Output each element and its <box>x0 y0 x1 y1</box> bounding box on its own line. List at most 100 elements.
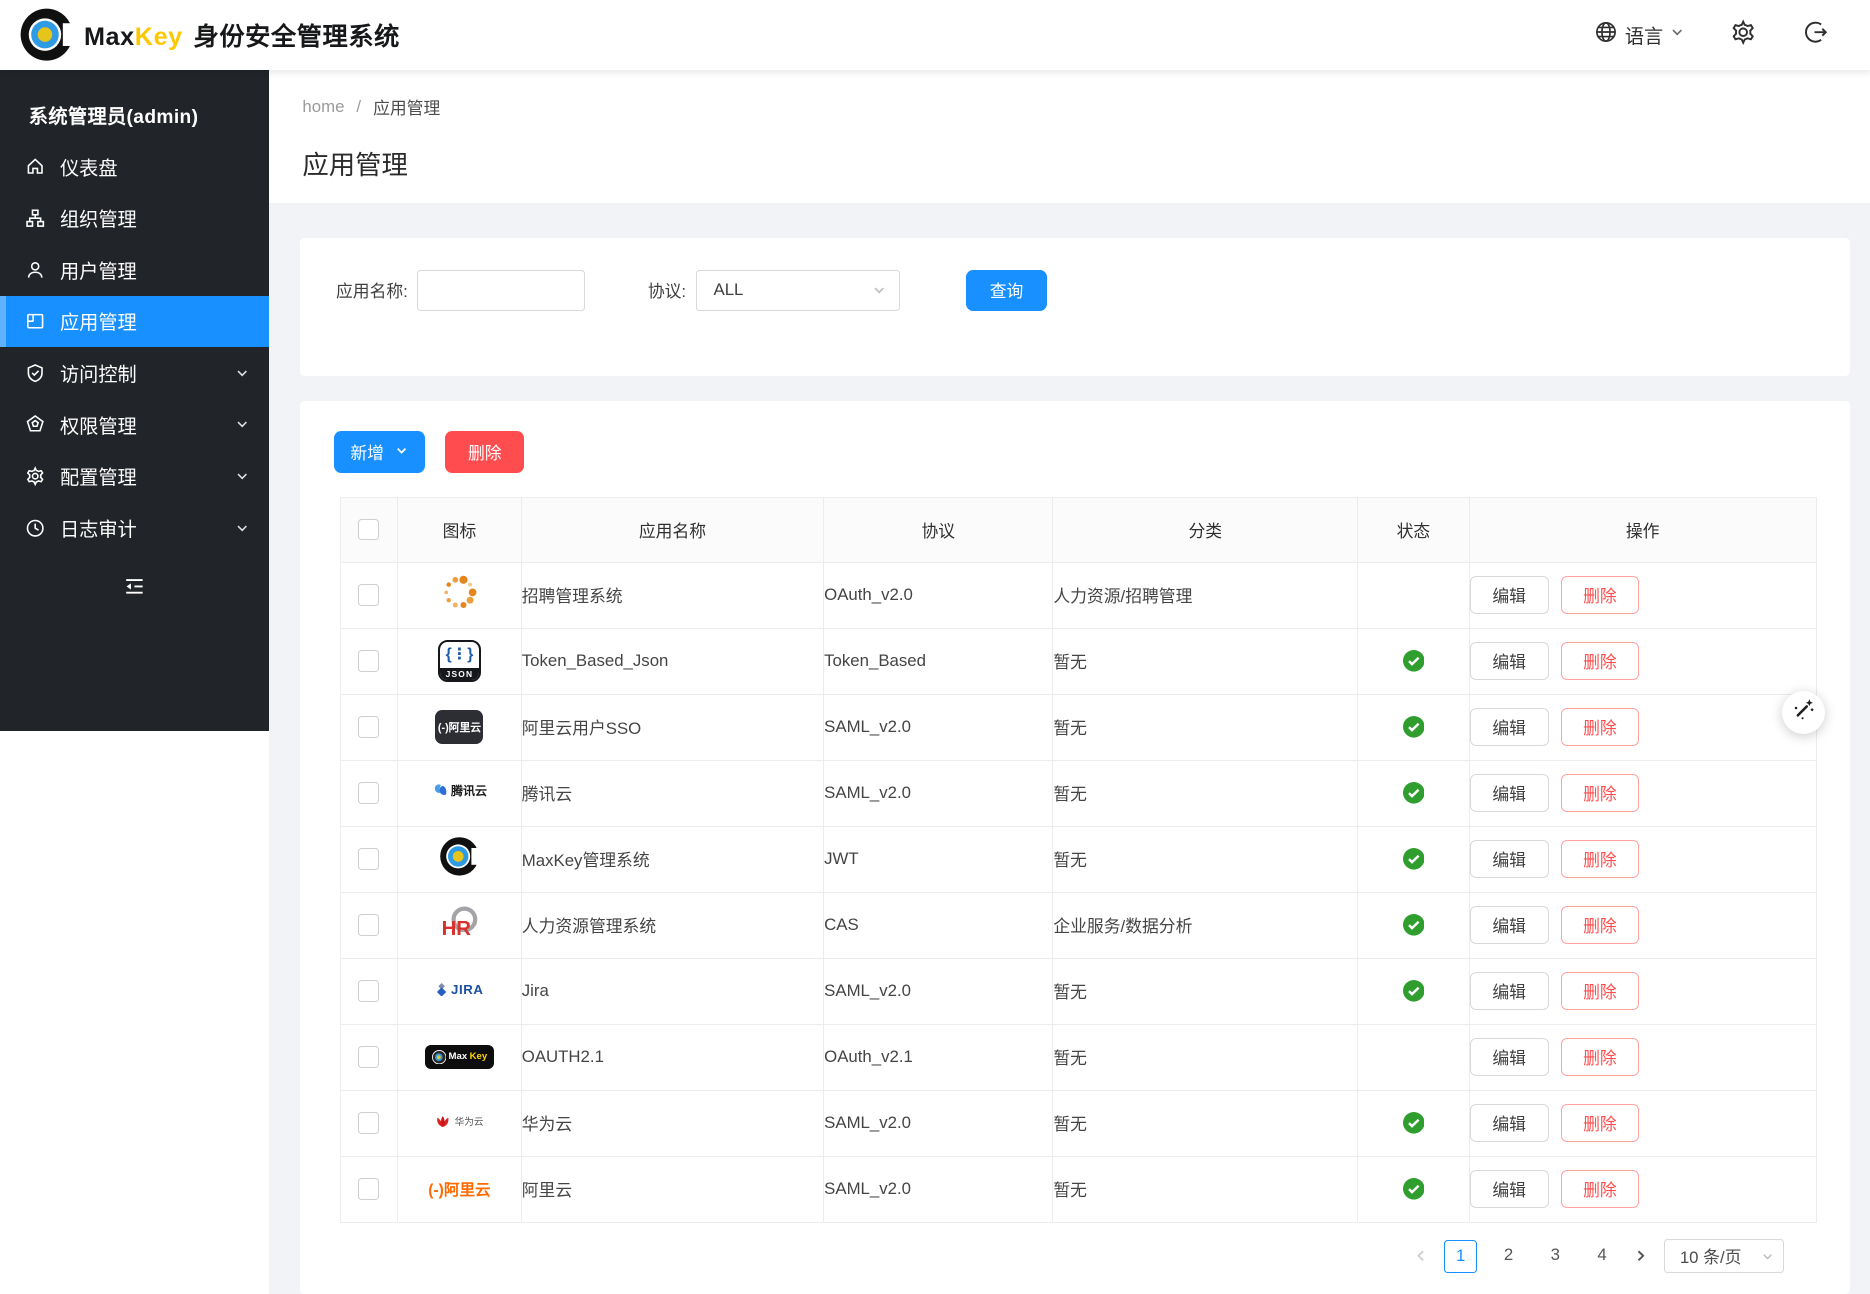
edit-button[interactable]: 编辑 <box>1470 642 1549 680</box>
row-checkbox[interactable] <box>358 584 379 605</box>
row-checkbox[interactable] <box>358 1112 379 1133</box>
breadcrumb: home / 应用管理 <box>302 95 1869 119</box>
delete-button[interactable]: 删除 <box>1561 1104 1640 1142</box>
row-checkbox[interactable] <box>358 1046 379 1067</box>
row-checkbox[interactable] <box>358 914 379 935</box>
row-checkbox[interactable] <box>358 782 379 803</box>
edit-button[interactable]: 编辑 <box>1470 1170 1549 1208</box>
add-button[interactable]: 新增 <box>334 431 425 473</box>
edit-button[interactable]: 编辑 <box>1470 708 1549 746</box>
logout-button[interactable] <box>1802 19 1828 51</box>
delete-button[interactable]: 删除 <box>1561 708 1640 746</box>
row-checkbox[interactable] <box>358 650 379 671</box>
delete-button[interactable]: 删除 <box>1561 1038 1640 1076</box>
edit-button[interactable]: 编辑 <box>1470 1038 1549 1076</box>
page-button-1[interactable]: 1 <box>1444 1240 1477 1273</box>
sidebar-item-audit-log[interactable]: 日志审计 <box>0 502 269 554</box>
edit-button[interactable]: 编辑 <box>1470 840 1549 878</box>
app-icon-jira: JIRA <box>435 981 483 1000</box>
edit-button[interactable]: 编辑 <box>1470 972 1549 1010</box>
delete-button[interactable]: 删除 <box>1561 576 1640 614</box>
delete-button[interactable]: 删除 <box>1561 642 1640 680</box>
settings-button[interactable] <box>1730 19 1756 51</box>
globe-icon <box>1594 20 1618 50</box>
next-page-button[interactable] <box>1633 1248 1649 1264</box>
sidebar-item-users[interactable]: 用户管理 <box>0 244 269 296</box>
language-label: 语言 <box>1625 21 1663 49</box>
pagination: 1234 10 条/页 <box>334 1239 1785 1273</box>
content-area: 应用名称: 协议: ALL 查询 <box>269 203 1870 1294</box>
row-checkbox[interactable] <box>358 980 379 1001</box>
prev-page-button[interactable] <box>1413 1248 1429 1264</box>
gear-icon <box>25 466 45 486</box>
main-content: home / 应用管理 应用管理 应用名称: 协议: ALL <box>269 70 1870 1294</box>
sidebar-item-dashboard[interactable]: 仪表盘 <box>0 141 269 193</box>
table-row: 腾讯云腾讯云SAML_v2.0暂无编辑删除 <box>340 760 1816 826</box>
row-checkbox[interactable] <box>358 848 379 869</box>
sidebar-item-permissions[interactable]: 权限管理 <box>0 399 269 451</box>
table-row: JIRAJiraSAML_v2.0暂无编辑删除 <box>340 958 1816 1024</box>
edit-button[interactable]: 编辑 <box>1470 576 1549 614</box>
delete-button[interactable]: 删除 <box>1561 972 1640 1010</box>
shield-icon <box>25 363 45 383</box>
protocol-select-value: ALL <box>713 280 743 300</box>
bulk-delete-button[interactable]: 删除 <box>445 431 524 473</box>
app-icon-huawei: 华为云 <box>435 1113 483 1132</box>
category-cell: 暂无 <box>1053 1024 1358 1090</box>
breadcrumb-current: 应用管理 <box>373 95 440 119</box>
table-panel: 新增 删除 <box>300 401 1850 1294</box>
sidebar-item-organization[interactable]: 组织管理 <box>0 192 269 244</box>
gear-icon <box>1730 19 1756 51</box>
protocol-cell: CAS <box>824 892 1053 958</box>
svg-text:HR: HR <box>441 918 471 940</box>
app-name-cell: OAUTH2.1 <box>521 1024 823 1090</box>
page-size-select[interactable]: 10 条/页 <box>1664 1239 1784 1273</box>
search-panel: 应用名称: 协议: ALL 查询 <box>300 238 1850 376</box>
sidebar-item-applications[interactable]: 应用管理 <box>0 296 269 348</box>
protocol-cell: SAML_v2.0 <box>824 694 1053 760</box>
category-cell: 暂无 <box>1053 826 1358 892</box>
app-icon-recruit <box>439 598 480 617</box>
collapse-sidebar-button[interactable] <box>116 568 153 605</box>
delete-button[interactable]: 删除 <box>1561 906 1640 944</box>
row-checkbox[interactable] <box>358 716 379 737</box>
row-checkbox[interactable] <box>358 1178 379 1199</box>
breadcrumb-home-link[interactable]: home <box>302 97 344 117</box>
delete-button[interactable]: 删除 <box>1561 840 1640 878</box>
page-button-4[interactable]: 4 <box>1586 1240 1617 1271</box>
app-name-cell: 人力资源管理系统 <box>521 892 823 958</box>
table-row: MaxKeyOAUTH2.1OAuth_v2.1暂无编辑删除 <box>340 1024 1816 1090</box>
protocol-cell: Token_Based <box>824 628 1053 694</box>
delete-button[interactable]: 删除 <box>1561 1170 1640 1208</box>
protocol-select[interactable]: ALL <box>696 270 900 311</box>
organization-icon <box>25 208 45 228</box>
table-body: 招聘管理系统OAuth_v2.0人力资源/招聘管理编辑删除{⋮}JSONToke… <box>340 562 1816 1222</box>
search-button[interactable]: 查询 <box>966 270 1048 311</box>
page-button-3[interactable]: 3 <box>1540 1240 1571 1271</box>
status-active-icon <box>1403 1112 1425 1134</box>
column-header-protocol: 协议 <box>824 497 1053 562</box>
app-name-input[interactable] <box>417 270 585 311</box>
table-toolbar: 新增 删除 <box>334 431 1817 473</box>
app-name-cell: 华为云 <box>521 1090 823 1156</box>
language-switcher[interactable]: 语言 <box>1594 20 1685 50</box>
breadcrumb-separator: / <box>356 97 361 117</box>
edit-button[interactable]: 编辑 <box>1470 1104 1549 1142</box>
table-header-row: 图标 应用名称 协议 分类 状态 操作 <box>340 497 1816 562</box>
top-header: MaxKey身份安全管理系统 语言 <box>0 0 1870 70</box>
column-header-icon: 图标 <box>398 497 522 562</box>
category-cell: 暂无 <box>1053 958 1358 1024</box>
edit-button[interactable]: 编辑 <box>1470 774 1549 812</box>
edit-button[interactable]: 编辑 <box>1470 906 1549 944</box>
sidebar-item-configuration[interactable]: 配置管理 <box>0 450 269 502</box>
delete-button[interactable]: 删除 <box>1561 774 1640 812</box>
page-button-2[interactable]: 2 <box>1493 1240 1524 1271</box>
magic-wand-icon <box>1791 697 1816 728</box>
table-row: (-)阿里云阿里云用户SSOSAML_v2.0暂无编辑删除 <box>340 694 1816 760</box>
app-window: MaxKey身份安全管理系统 语言 <box>0 0 1870 1294</box>
sidebar: 系统管理员(admin) 仪表盘组织管理用户管理应用管理访问控制权限管理配置管理… <box>0 70 269 1294</box>
maxkey-logo-icon <box>19 7 74 62</box>
select-all-checkbox[interactable] <box>358 519 379 540</box>
app-name-label: 应用名称: <box>336 278 408 302</box>
sidebar-item-access-control[interactable]: 访问控制 <box>0 347 269 399</box>
